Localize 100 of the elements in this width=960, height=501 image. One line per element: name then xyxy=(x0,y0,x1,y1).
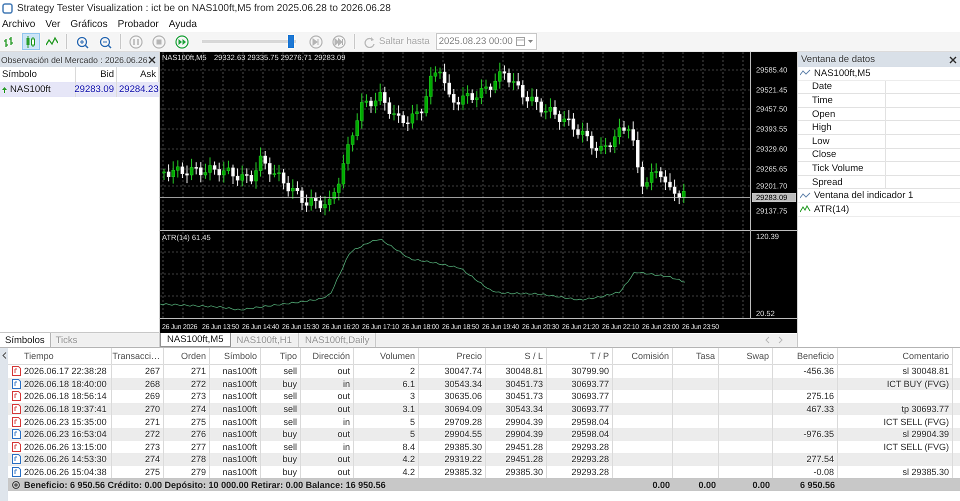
table-cell: 3 xyxy=(410,391,415,402)
bars-icon xyxy=(4,34,16,48)
table-cell: 29451.28 xyxy=(505,454,543,464)
table-cell: 2026.06.17 22:38:28 xyxy=(24,366,107,376)
table-cell: 2026.06.18 19:37:41 xyxy=(24,404,107,414)
table-cell: out xyxy=(337,404,350,414)
table-cell: nas100ft xyxy=(222,391,257,402)
table-cell: 30451.73 xyxy=(505,378,543,389)
table-row[interactable]: 2026.06.26 14:53:30 274 278 nas100ft buy out 4.2 29319.22 29451.28 29293.28 277.54 xyxy=(8,453,960,466)
table-cell: 29385.30 xyxy=(505,467,543,478)
date-field[interactable]: 2025.08.23 00:00 xyxy=(436,33,537,50)
slider-thumb[interactable] xyxy=(288,35,294,48)
table-cell: out xyxy=(337,391,350,402)
candlestick-button[interactable] xyxy=(22,33,40,50)
data-field-label: High xyxy=(798,121,886,134)
table-row[interactable]: 2026.06.18 18:40:00 268 272 nas100ft buy in 6.1 30543.34 30451.73 30693.77 ICT BUY (FVG) xyxy=(8,378,960,390)
data-field-label: Tick Volume xyxy=(798,162,886,175)
table-cell: 467.33 xyxy=(806,404,834,414)
table-cell: 29293.28 xyxy=(571,467,609,478)
table-cell: 277 xyxy=(190,442,206,452)
table-cell: 2026.06.23 15:35:00 xyxy=(24,416,107,427)
play-icon xyxy=(175,34,189,48)
tab[interactable]: Símbolos xyxy=(0,333,51,347)
table-cell: in xyxy=(342,442,350,452)
table-cell: nas100ft xyxy=(222,442,257,452)
table-cell: 275.16 xyxy=(806,391,834,402)
table-cell: 30694.09 xyxy=(444,404,482,414)
table-cell: sl 30048.81 xyxy=(902,366,949,376)
close-icon[interactable] xyxy=(949,56,957,64)
table-cell: 30047.74 xyxy=(444,366,482,376)
column-header[interactable]: Tiempo xyxy=(8,348,112,365)
table-cell: 29598.04 xyxy=(571,429,609,440)
table-cell: 5 xyxy=(410,416,415,427)
menu-item[interactable]: Archivo xyxy=(0,18,44,30)
calendar-dropdown-icon xyxy=(516,36,534,47)
table-cell: ICT BUY (FVG) xyxy=(886,378,949,389)
column-header[interactable]: Símbolo xyxy=(210,348,261,365)
data-group-label: Ventana del indicador 1 xyxy=(814,190,914,202)
column-header[interactable]: Volumen xyxy=(354,348,419,365)
zoom-out-icon xyxy=(98,34,112,48)
table-cell: 3.1 xyxy=(402,404,415,414)
table-cell: 30693.77 xyxy=(571,378,609,389)
step-icon xyxy=(309,34,323,48)
column-header[interactable]: Precio xyxy=(419,348,486,365)
column-header[interactable]: Beneficio xyxy=(773,348,838,365)
data-field-label: Time xyxy=(798,94,886,107)
table-row[interactable]: 2026.06.18 19:37:41 270 274 nas100ft sell out 3.1 30694.09 30543.34 30693.77 467.33 tp 30693.77 xyxy=(8,402,960,416)
table-cell: out xyxy=(337,467,350,478)
column-header[interactable]: T / P xyxy=(547,348,613,365)
column-header[interactable]: Tasa xyxy=(673,348,719,365)
menu-item[interactable]: Gráficos xyxy=(68,18,116,30)
table-cell: 278 xyxy=(190,454,206,464)
chart-tab[interactable]: NAS100ft,M5 xyxy=(160,333,230,347)
table-cell: 2026.06.23 16:53:04 xyxy=(24,429,107,440)
table-cell: 29904.39 xyxy=(505,429,543,440)
symbol-row[interactable]: NAS100ft 29283.09 29284.23 xyxy=(0,82,159,97)
column-header[interactable]: Transacci… xyxy=(112,348,164,365)
total-cell: 0.00 xyxy=(652,480,670,490)
table-cell: 273 xyxy=(144,442,160,452)
table-cell: 29293.28 xyxy=(571,454,609,464)
table-cell: 29385.32 xyxy=(444,467,482,478)
app-icon xyxy=(2,2,13,14)
table-cell: out xyxy=(337,366,350,376)
column-header[interactable]: Comisión xyxy=(613,348,673,365)
column-header[interactable]: Comentario xyxy=(838,348,953,365)
table-cell: -456.36 xyxy=(803,366,834,376)
total-cell: 0.00 xyxy=(698,480,716,490)
menu-item[interactable]: Probador xyxy=(116,18,167,30)
panel-title: Ventana de datos xyxy=(801,54,875,65)
table-cell: 275 xyxy=(144,467,160,478)
table-cell: 29904.55 xyxy=(444,429,482,440)
column-header[interactable]: Dirección xyxy=(301,348,354,365)
chart-line-icon xyxy=(800,192,811,200)
table-cell: out xyxy=(337,454,350,464)
table-cell: 29598.04 xyxy=(571,416,609,427)
table-cell: nas100ft xyxy=(222,467,257,478)
table-cell: 4.2 xyxy=(402,467,415,478)
menu-item[interactable]: Ver xyxy=(43,18,68,30)
close-icon[interactable] xyxy=(148,56,156,64)
column-header[interactable]: Swap xyxy=(719,348,773,365)
column-header[interactable]: Tipo xyxy=(261,348,301,365)
table-cell: nas100ft xyxy=(222,378,257,389)
table-cell: out xyxy=(337,429,350,440)
table-cell: nas100ft xyxy=(222,366,257,376)
menu-item[interactable]: Ayuda xyxy=(166,18,205,30)
table-cell: 29319.22 xyxy=(444,454,482,464)
table-row[interactable]: 2026.06.23 16:53:04 272 276 nas100ft buy out 5 29904.55 29904.39 29598.04 -976.35 sl 29904.39 xyxy=(8,428,960,441)
table-cell: 273 xyxy=(190,391,206,402)
table-cell: 272 xyxy=(190,378,206,389)
table-cell: 2026.06.26 15:04:38 xyxy=(24,467,107,478)
table-cell: 29709.28 xyxy=(444,416,482,427)
table-cell: 2026.06.26 14:53:30 xyxy=(24,454,107,464)
column-header[interactable]: Orden xyxy=(164,348,210,365)
pause-icon xyxy=(129,34,143,48)
expand-icon[interactable] xyxy=(12,480,20,489)
table-cell: 269 xyxy=(144,391,160,402)
column-header[interactable]: S / L xyxy=(486,348,547,365)
table-cell: 29385.30 xyxy=(444,442,482,452)
table-cell: sl 29904.39 xyxy=(902,429,949,440)
table-cell: 30451.73 xyxy=(505,391,543,402)
